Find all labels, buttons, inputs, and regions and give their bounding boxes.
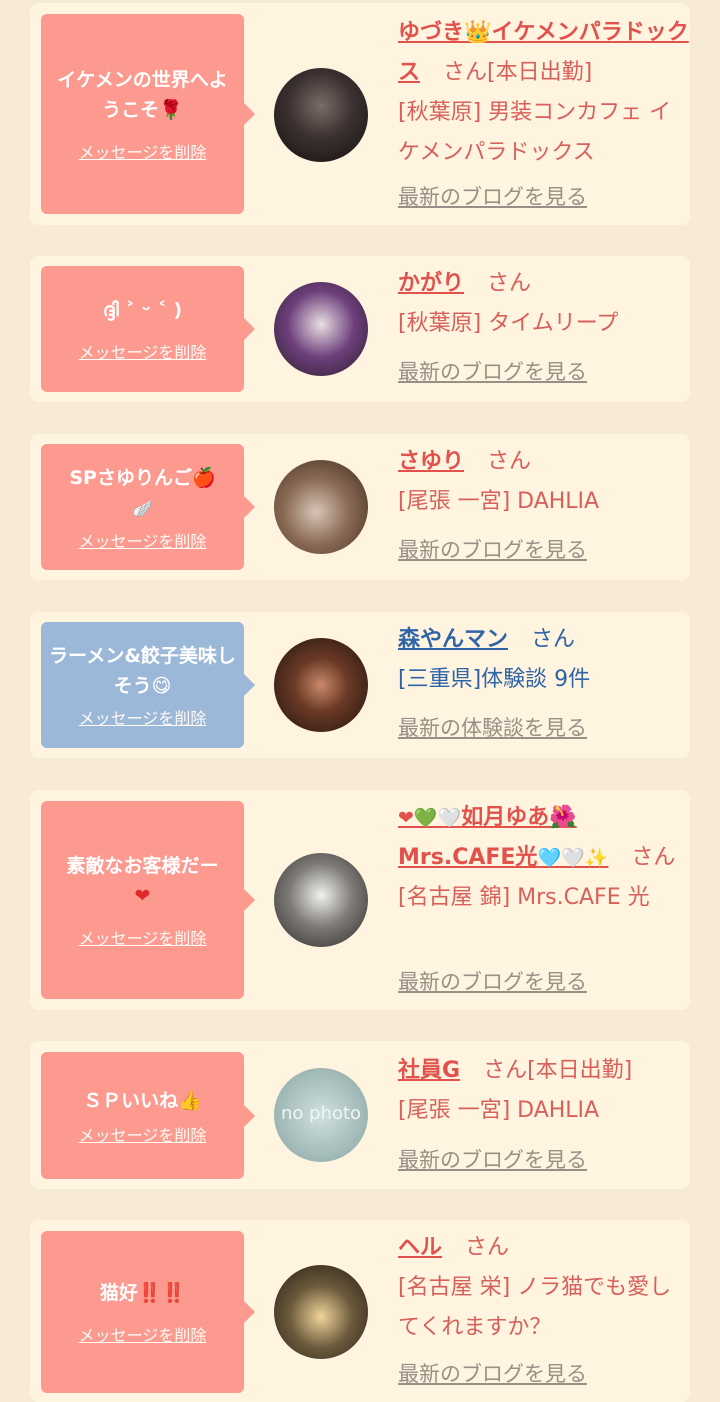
- list-item: ＳＰいいね👍 メッセージを削除 no photo 社員G さん[本日出勤] [尾…: [30, 1041, 690, 1189]
- list-item: イケメンの世界へようこそ🌹 メッセージを削除 ゆづき👑イケメンパラドックス さん…: [30, 3, 690, 225]
- user-info: かがり さん [秋葉原] タイムリープ: [398, 264, 690, 344]
- message-bubble: 素敵なお客様だー ❤ メッセージを削除: [41, 801, 255, 999]
- user-name-link[interactable]: さゆり: [398, 449, 464, 474]
- user-name-link[interactable]: 社員G: [398, 1058, 460, 1083]
- avatar[interactable]: [274, 68, 368, 162]
- list-item: 素敵なお客様だー ❤ メッセージを削除 ❤💚🤍如月ゆあ🌺Mrs.CAFE光🩵🤍✨…: [30, 790, 690, 1010]
- message-text-line1: 素敵なお客様だー: [66, 855, 219, 877]
- blog-link[interactable]: 最新のブログを見る: [398, 1144, 587, 1174]
- shop-info: [名古屋 栄] ノラ猫でも愛してくれますか？: [398, 1275, 672, 1340]
- honorific: さん: [483, 1058, 528, 1083]
- message-bubble: ラーメン&餃子美味しそう😋 メッセージを削除: [41, 622, 255, 748]
- user-info: ゆづき👑イケメンパラドックス さん[本日出勤] [秋葉原] 男装コンカフェ イケ…: [398, 13, 690, 173]
- honorific: さん: [487, 449, 532, 474]
- message-text-line1: SPさゆりんご🍎: [69, 466, 216, 489]
- list-item: 猫好‼️‼️ メッセージを削除 ヘル さん [名古屋 栄] ノラ猫でも愛してくれ…: [30, 1220, 690, 1402]
- no-photo-label: no photo: [280, 1103, 362, 1124]
- blog-link[interactable]: 最新のブログを見る: [398, 1358, 587, 1388]
- user-info: ❤💚🤍如月ゆあ🌺Mrs.CAFE光🩵🤍✨ さん [名古屋 錦] Mrs.CAFE…: [398, 798, 690, 918]
- honorific: さん: [465, 1235, 510, 1260]
- blog-link[interactable]: 最新のブログを見る: [398, 181, 587, 211]
- message-bubble: 猫好‼️‼️ メッセージを削除: [41, 1231, 255, 1393]
- status-badge: [本日出勤]: [487, 60, 593, 85]
- shop-info: [尾張 一宮] DAHLIA: [398, 489, 600, 514]
- delete-message-link[interactable]: メッセージを削除: [79, 339, 207, 363]
- avatar[interactable]: [274, 1265, 368, 1359]
- user-name-link[interactable]: 森やんマン: [398, 627, 508, 652]
- avatar[interactable]: [274, 460, 368, 554]
- message-list: イケメンの世界へようこそ🌹 メッセージを削除 ゆづき👑イケメンパラドックス さん…: [0, 0, 720, 1402]
- message-bubble: ദ്ദി ˃ ᵕ ˂ ) メッセージを削除: [41, 266, 255, 392]
- shop-info: [名古屋 錦] Mrs.CAFE 光: [398, 885, 650, 910]
- shop-info: [三重県]体験談 9件: [398, 667, 591, 692]
- list-item: SPさゆりんご🍎 🪽 メッセージを削除 さゆり さん [尾張 一宮] DAHLI…: [30, 434, 690, 580]
- user-info: ヘル さん [名古屋 栄] ノラ猫でも愛してくれますか？: [398, 1228, 690, 1348]
- delete-message-link[interactable]: メッセージを削除: [79, 925, 207, 949]
- heart-icon: ❤: [134, 885, 151, 907]
- hearts-icon: ❤💚🤍: [398, 807, 462, 829]
- avatar[interactable]: [274, 282, 368, 376]
- user-name-link[interactable]: ヘル: [398, 1235, 442, 1260]
- user-name-link[interactable]: かがり: [398, 271, 464, 296]
- message-bubble: イケメンの世界へようこそ🌹 メッセージを削除: [41, 14, 255, 214]
- message-text: 猫好‼️‼️: [99, 1282, 186, 1304]
- message-bubble: ＳＰいいね👍 メッセージを削除: [41, 1052, 255, 1179]
- avatar[interactable]: [274, 853, 368, 947]
- blog-link[interactable]: 最新のブログを見る: [398, 534, 587, 564]
- user-info: 森やんマン さん [三重県]体験談 9件: [398, 620, 690, 700]
- delete-message-link[interactable]: メッセージを削除: [79, 139, 207, 163]
- honorific: さん: [443, 60, 488, 85]
- avatar[interactable]: [274, 638, 368, 732]
- honorific: さん: [487, 271, 532, 296]
- user-info: さゆり さん [尾張 一宮] DAHLIA: [398, 442, 690, 522]
- message-text-line2: 🪽: [132, 498, 153, 518]
- message-text: イケメンの世界へようこそ🌹: [57, 69, 228, 121]
- sparkle-icon: 🩵🤍✨: [537, 847, 609, 869]
- experience-link[interactable]: 最新の体験談を見る: [398, 712, 587, 742]
- honorific: さん: [531, 627, 576, 652]
- user-name-link[interactable]: ❤💚🤍如月ゆあ🌺Mrs.CAFE光🩵🤍✨: [398, 805, 608, 870]
- delete-message-link[interactable]: メッセージを削除: [79, 705, 207, 729]
- delete-message-link[interactable]: メッセージを削除: [79, 1122, 207, 1146]
- shop-info: [秋葉原] タイムリープ: [398, 311, 619, 336]
- list-item: ദ്ദി ˃ ᵕ ˂ ) メッセージを削除 かがり さん [秋葉原] タイムリー…: [30, 256, 690, 402]
- blog-link[interactable]: 最新のブログを見る: [398, 356, 587, 386]
- message-text: SPさゆりんご🍎 🪽: [69, 463, 215, 524]
- message-bubble: SPさゆりんご🍎 🪽 メッセージを削除: [41, 444, 255, 570]
- blog-link[interactable]: 最新のブログを見る: [398, 966, 587, 996]
- delete-message-link[interactable]: メッセージを削除: [79, 528, 207, 552]
- message-text: ＳＰいいね👍: [83, 1089, 202, 1112]
- message-text: 素敵なお客様だー ❤: [66, 851, 218, 911]
- user-info: 社員G さん[本日出勤] [尾張 一宮] DAHLIA: [398, 1051, 690, 1131]
- honorific: さん: [631, 845, 676, 870]
- delete-message-link[interactable]: メッセージを削除: [79, 1322, 207, 1346]
- message-text: ദ്ദി ˃ ᵕ ˂ ): [102, 299, 183, 321]
- message-text: ラーメン&餃子美味しそう😋: [49, 645, 236, 697]
- list-item: ラーメン&餃子美味しそう😋 メッセージを削除 森やんマン さん [三重県]体験談…: [30, 612, 690, 758]
- shop-info: [秋葉原] 男装コンカフェ イケメンパラドックス: [398, 100, 672, 165]
- shop-info: [尾張 一宮] DAHLIA: [398, 1098, 600, 1123]
- status-badge: [本日出勤]: [527, 1058, 633, 1083]
- avatar[interactable]: no photo: [274, 1068, 368, 1162]
